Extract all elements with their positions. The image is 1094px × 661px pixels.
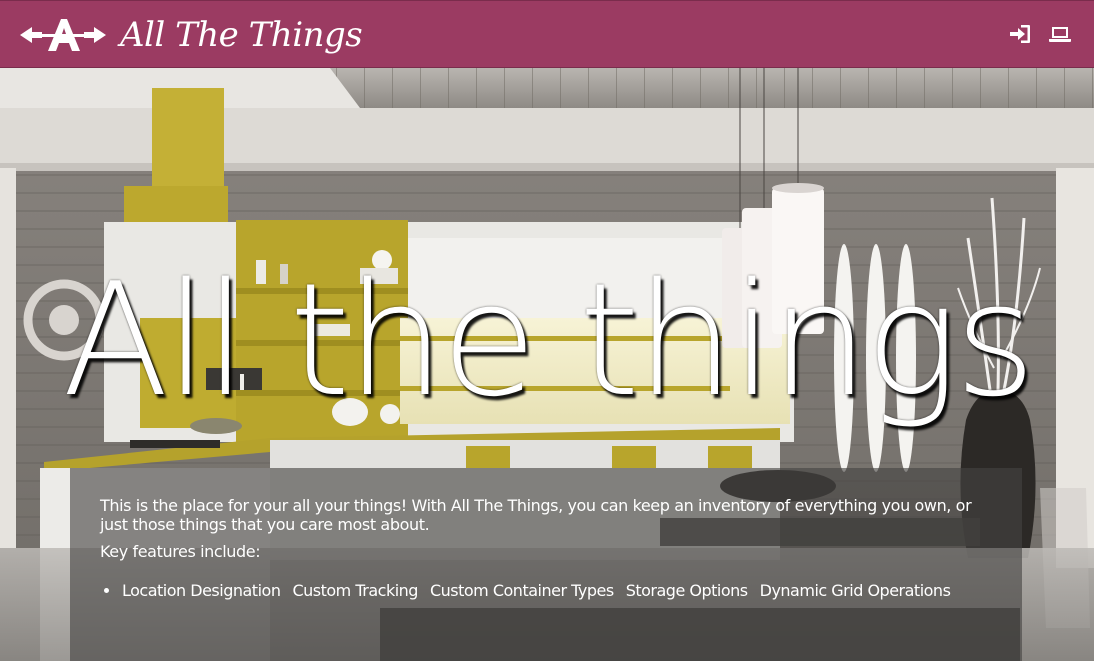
feature-label: Custom Tracking: [292, 581, 418, 600]
bullet-icon: [104, 588, 109, 593]
info-panel: This is the place for your all your thin…: [70, 468, 1022, 661]
arrows-a-logo-icon: [20, 19, 106, 51]
feature-item: Custom Tracking: [292, 581, 418, 600]
feature-label: Location Designation: [122, 581, 281, 600]
sign-in-icon[interactable]: [1008, 23, 1032, 45]
page: All The Things All the things This is th…: [0, 0, 1094, 661]
feature-list: Location Designation Custom Tracking Cus…: [100, 581, 992, 600]
top-icons: [1008, 23, 1072, 45]
hero-title: All the things: [62, 249, 1036, 431]
feature-label: Dynamic Grid Operations: [759, 581, 951, 600]
feature-item: Custom Container Types: [430, 581, 614, 600]
laptop-icon[interactable]: [1048, 23, 1072, 45]
feature-item: Dynamic Grid Operations: [760, 581, 951, 600]
top-navbar: All The Things: [0, 0, 1094, 68]
features-label: Key features include:: [100, 542, 261, 561]
feature-item: Storage Options: [626, 581, 748, 600]
feature-item: Location Designation: [104, 581, 281, 600]
feature-label: Storage Options: [625, 581, 748, 600]
intro-text: This is the place for your all your thin…: [100, 496, 972, 534]
feature-label: Custom Container Types: [429, 581, 614, 600]
brand-link[interactable]: All The Things: [18, 11, 363, 59]
brand-name: All The Things: [120, 15, 363, 55]
